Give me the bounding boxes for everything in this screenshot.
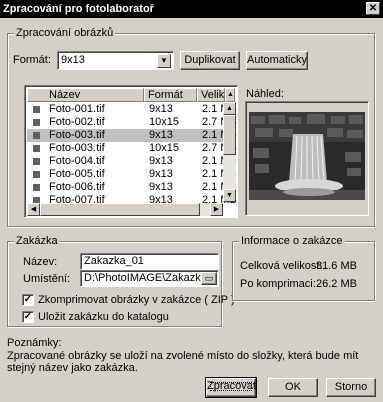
save-catalog-checkbox[interactable]: ✓ [22,311,34,323]
close-button[interactable]: ✕ [366,2,380,15]
list-item-name: Foto-003.tif [49,142,105,154]
horizontal-scrollbar[interactable]: ◀ ▶ [27,203,223,216]
file-icon [33,145,40,152]
chevron-down-icon[interactable]: ▼ [157,54,171,68]
list-item[interactable]: Foto-002.tif 10x15 2.7 MB [27,116,237,129]
file-icon [33,171,40,178]
list-item[interactable]: Foto-001.tif 9x13 2.1 MB [27,103,237,116]
list-item-name: Foto-001.tif [49,103,105,115]
list-item-format: 9x13 [149,103,173,115]
order-name-label: Název: [23,256,58,268]
image-list[interactable]: Název Formát Velikost ▲ Foto-001.tif 9x13… [24,85,238,218]
column-header-name[interactable]: Název [27,88,144,102]
location-value: D:\PhotoIMAGE\Zakazky [84,272,207,284]
hscroll-thumb[interactable] [40,203,200,216]
ok-button[interactable]: OK [268,378,318,397]
process-button-label: Zpracovat [207,380,256,392]
ok-button-label: OK [285,381,301,393]
list-item[interactable]: Foto-005.tif 9x13 2.1 MB [27,168,237,181]
list-item-format: 10x15 [149,116,179,128]
location-input[interactable]: D:\PhotoIMAGE\Zakazky ▭ [80,270,219,287]
notes-text: Zpracované obrázky se uloží na zvolené m… [7,350,359,374]
after-compress-value: 26.2 MB [316,278,357,290]
format-select-value: 9x13 [61,54,85,66]
list-item-format: 9x13 [149,155,173,167]
list-item[interactable]: Foto-003.tif 9x13 2.1 MB [27,129,237,142]
cancel-button-label: Storno [334,381,368,393]
scroll-up-icon[interactable]: ▲ [223,102,236,115]
list-item[interactable]: Foto-003.tif 10x15 2.7 MB [27,142,237,155]
preview-label: Náhled: [246,88,284,100]
title-bar: Zpracování pro fotolaboratoř ✕ [0,0,383,18]
check-icon: ✓ [23,294,33,305]
check-icon: ✓ [23,311,33,322]
list-item-name: Foto-002.tif [49,116,105,128]
file-icon [33,119,40,126]
auto-button[interactable]: Automaticky [246,51,308,70]
window-title: Zpracování pro fotolaboratoř [3,3,154,15]
total-size-value: 31.6 MB [316,260,357,272]
preview-image [249,112,365,200]
browse-folder-icon[interactable]: ▭ [201,272,217,285]
info-group-legend: Informace o zakázce [239,235,345,247]
order-name-value: Zakazka_01 [84,255,144,267]
location-label: Umístění: [23,273,71,285]
process-button[interactable]: Zpracovat [205,377,257,398]
format-select[interactable]: 9x13 ▼ [57,51,174,70]
compress-label[interactable]: Zkomprimovat obrázky v zakázce ( ZIP ) [38,294,235,306]
list-item[interactable]: Foto-006.tif 9x13 2.1 MB [27,181,237,194]
images-group-legend: Zpracování obrázků [14,27,116,39]
scroll-thumb[interactable] [223,115,236,155]
after-compress-label: Po komprimaci: [240,278,316,290]
preview-frame [245,101,369,216]
list-item-name: Foto-006.tif [49,181,105,193]
list-item-name: Foto-003.tif [49,129,105,141]
duplicate-button-label: Duplikovat [184,54,236,66]
format-label: Formát: [13,54,51,66]
scroll-left-icon[interactable]: ◀ [27,203,40,216]
compress-checkbox[interactable]: ✓ [22,294,34,306]
column-header-name-label: Název [49,89,81,101]
scroll-right-icon[interactable]: ▶ [210,203,223,216]
list-item-format: 9x13 [149,129,173,141]
file-icon [33,132,40,139]
column-header-format[interactable]: Formát [144,88,197,102]
cancel-button[interactable]: Storno [326,378,376,397]
column-header-size-label: Velikost [201,89,225,101]
order-name-input[interactable]: Zakazka_01 [80,253,219,270]
sort-arrow-icon: ▲ [225,88,235,102]
list-item-name: Foto-005.tif [49,168,105,180]
duplicate-button[interactable]: Duplikovat [180,51,240,70]
file-icon [33,158,40,165]
column-header-size[interactable]: Velikost [197,88,225,102]
total-size-label: Celková velikost: [240,260,323,272]
notes-label: Poznámky: [7,337,62,349]
vertical-scrollbar[interactable]: ▲ ▼ [223,102,236,202]
order-group-legend: Zakázka [14,235,60,247]
auto-button-label: Automaticky [247,54,307,66]
list-item[interactable]: Foto-004.tif 9x13 2.1 MB [27,155,237,168]
save-catalog-label[interactable]: Uložit zakázku do katalogu [38,311,169,323]
list-item-name: Foto-004.tif [49,155,105,167]
list-item-format: 10x15 [149,142,179,154]
file-icon [33,106,40,113]
file-icon [33,184,40,191]
scroll-down-icon[interactable]: ▼ [223,189,236,202]
column-header-format-label: Formát [148,89,183,101]
list-item-format: 9x13 [149,168,173,180]
list-item-format: 9x13 [149,181,173,193]
close-icon: ✕ [368,3,378,14]
